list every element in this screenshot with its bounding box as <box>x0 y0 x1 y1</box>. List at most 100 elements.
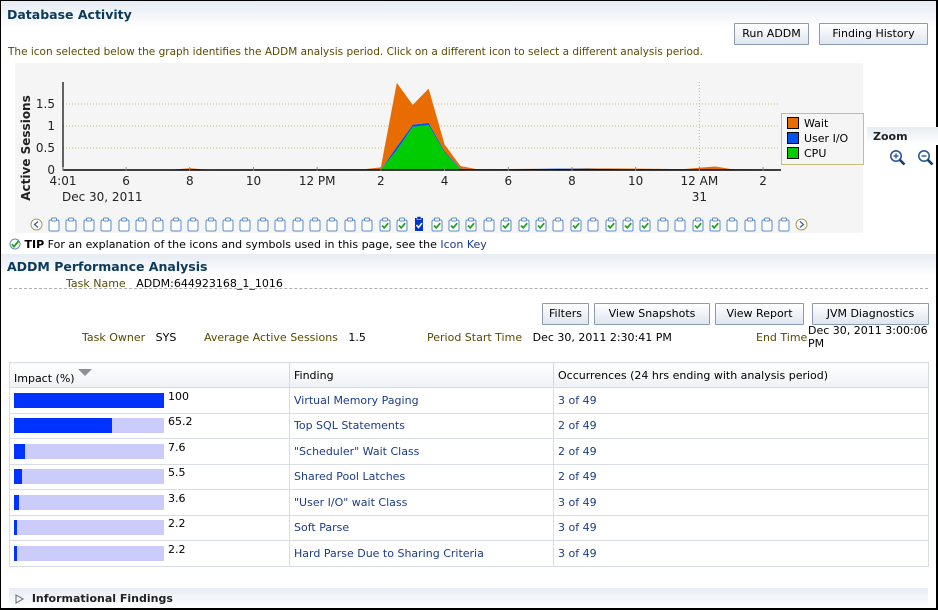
snapshot-finding-icon[interactable] <box>706 216 723 232</box>
table-row: 2.2 Soft Parse 3 of 49 <box>9 515 929 541</box>
table-row: 100 Virtual Memory Paging 3 of 49 <box>9 387 929 414</box>
snapshot-empty-icon[interactable] <box>80 216 97 232</box>
snapshot-finding-icon[interactable] <box>393 216 410 232</box>
snapshot-finding-icon[interactable] <box>689 216 706 232</box>
occurrences-link[interactable]: 3 of 49 <box>558 547 597 560</box>
snapshot-empty-icon[interactable] <box>219 216 236 232</box>
jvm-diagnostics-button[interactable]: JVM Diagnostics <box>812 303 929 325</box>
snapshot-empty-icon[interactable] <box>132 216 149 232</box>
occurrences-link[interactable]: 3 of 49 <box>558 394 597 407</box>
informational-findings-label: Informational Findings <box>31 592 173 605</box>
finding-link[interactable]: Soft Parse <box>294 521 349 534</box>
impact-value: 100 <box>168 389 189 403</box>
impact-bar-fill <box>14 545 18 561</box>
finding-link[interactable]: "User I/O" wait Class <box>294 496 407 509</box>
snapshot-selected-icon[interactable] <box>411 216 428 232</box>
impact-value: 65.2 <box>168 415 193 429</box>
zoom-out-icon[interactable] <box>917 149 935 170</box>
view-snapshots-button[interactable]: View Snapshots <box>594 303 710 325</box>
occurrences-cell: 3 of 49 <box>553 540 929 567</box>
occurrences-cell: 2 of 49 <box>553 413 929 439</box>
sort-descending-icon[interactable] <box>78 366 93 379</box>
snapshot-empty-icon[interactable] <box>324 216 341 232</box>
column-label: Finding <box>294 368 334 382</box>
icon-key-link[interactable]: Icon Key <box>440 238 486 251</box>
snapshot-finding-icon[interactable] <box>376 216 393 232</box>
snapshot-empty-icon[interactable] <box>550 216 567 232</box>
table-row: 2.2 Hard Parse Due to Sharing Criteria 3 o… <box>9 540 929 567</box>
snapshot-empty-icon[interactable] <box>167 216 184 232</box>
snapshot-empty-icon[interactable] <box>150 216 167 232</box>
run-addm-button[interactable]: Run ADDM <box>734 23 809 45</box>
snapshot-empty-icon[interactable] <box>306 216 323 232</box>
snapshot-finding-icon[interactable] <box>619 216 636 232</box>
snapshot-empty-icon[interactable] <box>237 216 254 232</box>
occurrences-link[interactable]: 3 of 49 <box>558 496 597 509</box>
snapshot-finding-icon[interactable] <box>637 216 654 232</box>
chart-legend: Wait User I/O CPU <box>781 113 864 165</box>
snapshot-empty-icon[interactable] <box>45 216 62 232</box>
expand-triangle-icon[interactable] <box>15 594 25 607</box>
snapshot-empty-icon[interactable] <box>271 216 288 232</box>
chevron-left-circle-icon[interactable] <box>28 216 45 232</box>
snapshot-empty-icon[interactable] <box>341 216 358 232</box>
snapshot-empty-icon[interactable] <box>254 216 271 232</box>
snapshot-empty-icon[interactable] <box>585 216 602 232</box>
zoom-in-icon[interactable] <box>889 149 907 170</box>
snapshot-finding-icon[interactable] <box>602 216 619 232</box>
snapshot-empty-icon[interactable] <box>776 216 793 232</box>
impact-bar-fill <box>14 494 20 510</box>
task-owner-value: SYS <box>155 331 177 344</box>
finding-link[interactable]: Virtual Memory Paging <box>294 394 419 407</box>
snapshot-finding-icon[interactable] <box>498 216 515 232</box>
snapshot-empty-icon[interactable] <box>185 216 202 232</box>
snapshot-finding-icon[interactable] <box>428 216 445 232</box>
snapshot-empty-icon[interactable] <box>480 216 497 232</box>
finding-link[interactable]: Top SQL Statements <box>294 419 405 432</box>
column-header-finding[interactable]: Finding <box>289 362 554 388</box>
impact-cell: 65.2 <box>9 413 290 439</box>
impact-cell: 100 <box>9 387 290 414</box>
chevron-right-circle-icon[interactable] <box>793 216 810 232</box>
finding-history-button[interactable]: Finding History <box>819 23 928 45</box>
snapshot-empty-icon[interactable] <box>63 216 80 232</box>
impact-bar-fill <box>14 392 164 408</box>
finding-link[interactable]: "Scheduler" Wait Class <box>294 445 419 458</box>
divider <box>9 288 928 289</box>
snapshot-empty-icon[interactable] <box>289 216 306 232</box>
impact-bar-fill <box>14 469 23 485</box>
snapshot-empty-icon[interactable] <box>724 216 741 232</box>
occurrences-link[interactable]: 2 of 49 <box>558 445 597 458</box>
snapshot-empty-icon[interactable] <box>115 216 132 232</box>
snapshot-empty-icon[interactable] <box>741 216 758 232</box>
column-header-occurrences[interactable]: Occurrences (24 hrs ending with analysis… <box>553 362 929 388</box>
occurrences-link[interactable]: 3 of 49 <box>558 521 597 534</box>
impact-bar-fill <box>14 418 112 434</box>
snapshot-finding-icon[interactable] <box>445 216 462 232</box>
snapshot-empty-icon[interactable] <box>654 216 671 232</box>
snapshot-finding-icon[interactable] <box>463 216 480 232</box>
column-header-impact[interactable]: Impact (%) <box>9 362 290 388</box>
snapshot-finding-icon[interactable] <box>532 216 549 232</box>
finding-link[interactable]: Shared Pool Latches <box>294 470 405 483</box>
occurrences-cell: 3 of 49 <box>553 489 929 516</box>
impact-bar-fill <box>14 520 18 536</box>
filters-button[interactable]: Filters <box>542 303 589 325</box>
snapshot-finding-icon[interactable] <box>567 216 584 232</box>
occurrences-link[interactable]: 2 of 49 <box>558 470 597 483</box>
occurrences-cell: 3 of 49 <box>553 387 929 414</box>
snapshot-empty-icon[interactable] <box>671 216 688 232</box>
snapshot-empty-icon[interactable] <box>98 216 115 232</box>
snapshot-finding-icon[interactable] <box>515 216 532 232</box>
snapshot-empty-icon[interactable] <box>358 216 375 232</box>
impact-value: 2.2 <box>168 517 186 531</box>
tip-line: TIP For an explanation of the icons and … <box>9 238 487 253</box>
view-report-button[interactable]: View Report <box>715 303 804 325</box>
informational-findings-section[interactable]: Informational Findings <box>9 588 928 608</box>
finding-link[interactable]: Hard Parse Due to Sharing Criteria <box>294 547 484 560</box>
occurrences-link[interactable]: 2 of 49 <box>558 419 597 432</box>
impact-bar <box>14 418 164 434</box>
impact-value: 2.2 <box>168 542 186 556</box>
snapshot-empty-icon[interactable] <box>202 216 219 232</box>
snapshot-empty-icon[interactable] <box>758 216 775 232</box>
